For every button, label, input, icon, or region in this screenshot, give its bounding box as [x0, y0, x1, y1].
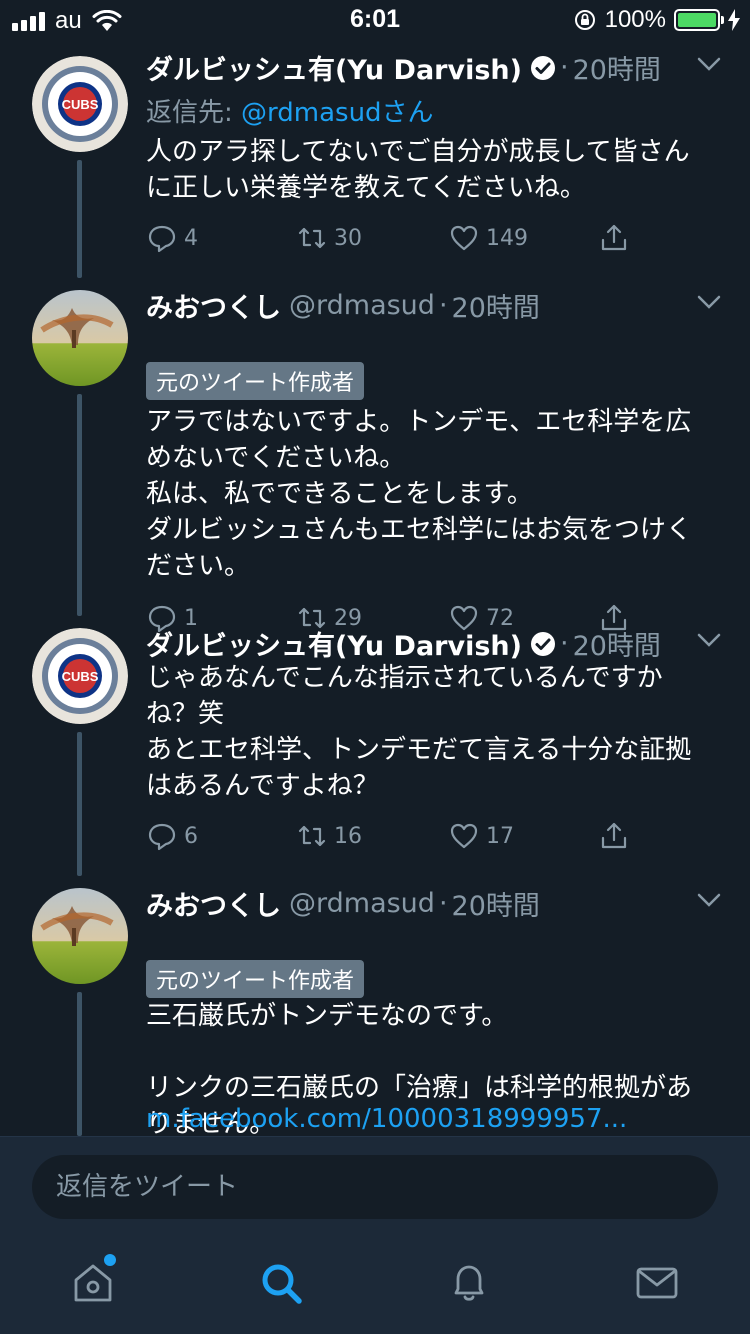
status-bar: au 6:01 100%	[0, 0, 750, 40]
verified-badge-icon	[530, 631, 555, 656]
thread-line	[77, 992, 82, 1136]
tweet-link[interactable]: m.facebook.com/10000318999957...	[146, 1104, 627, 1134]
tweet-header: みおつくし @rdmasud · 20時間	[146, 286, 720, 325]
share-icon	[601, 224, 627, 251]
tweet-text: じゃあなんでこんな指示されているんですか ね？笑 あとエセ科学、トンデモだて言え…	[146, 663, 692, 801]
reply-icon	[148, 225, 176, 253]
reply-button[interactable]: 4	[146, 222, 198, 254]
retweet-count: 30	[334, 225, 362, 251]
reply-icon	[148, 823, 176, 851]
tweet[interactable]: みおつくし @rdmasud · 20時間 元のツイート作成者 アラではないです…	[0, 278, 750, 633]
display-name[interactable]: みおつくし	[146, 286, 281, 325]
bell-icon	[454, 1265, 484, 1301]
tweet-time: 20時間	[451, 293, 540, 324]
tweet-time: 20時間	[572, 55, 661, 86]
separator-dot: ·	[438, 290, 448, 321]
tweet-header: ダルビッシュ有(Yu Darvish) · 20時間	[146, 624, 720, 663]
tab-notifications[interactable]	[446, 1260, 492, 1306]
like-count: 17	[486, 823, 514, 849]
tweet-actions: 6 16 17	[146, 820, 646, 860]
heart-icon	[450, 225, 478, 251]
separator-dot: ·	[559, 628, 569, 659]
tab-bar	[0, 1236, 750, 1334]
avatar-logo-text: CUBS	[62, 97, 99, 112]
retweet-count: 16	[334, 823, 362, 849]
reply-count: 4	[184, 225, 198, 251]
share-button[interactable]	[598, 820, 630, 852]
tweet[interactable]: CUBS ダルビッシュ有(Yu Darvish) · 20時間 じゃあなんでこん…	[0, 616, 750, 876]
tweet-time: 20時間	[572, 631, 661, 662]
display-name[interactable]: ダルビッシュ有(Yu Darvish)	[146, 624, 522, 663]
search-icon	[262, 1264, 302, 1304]
reply-input[interactable]: 返信をツイート	[32, 1155, 718, 1219]
separator-dot: ·	[438, 888, 448, 919]
share-button[interactable]	[598, 222, 630, 254]
new-content-dot	[104, 1254, 116, 1266]
like-count: 149	[486, 225, 528, 251]
battery-percentage: 100%	[604, 6, 666, 33]
envelope-icon	[636, 1267, 678, 1299]
display-name[interactable]: みおつくし	[146, 884, 281, 923]
reply-compose-bar: 返信をツイート	[0, 1136, 750, 1236]
user-handle[interactable]: @rdmasud	[289, 888, 435, 919]
reply-count: 6	[184, 823, 198, 849]
avatar[interactable]: CUBS	[32, 56, 128, 152]
chevron-down-icon[interactable]	[696, 632, 722, 648]
tweet[interactable]: みおつくし @rdmasud · 20時間 元のツイート作成者 三石巌氏がトンデ…	[0, 876, 750, 1136]
tweet-time: 20時間	[451, 891, 540, 922]
tweet-header: ダルビッシュ有(Yu Darvish) · 20時間	[146, 48, 720, 87]
like-button[interactable]: 17	[448, 820, 514, 852]
share-icon	[601, 822, 627, 849]
retweet-button[interactable]: 16	[296, 820, 362, 852]
rotation-lock-icon	[574, 10, 595, 30]
reply-to-label: 返信先:	[146, 98, 242, 128]
like-button[interactable]: 149	[448, 222, 528, 254]
separator-dot: ·	[559, 52, 569, 83]
charging-icon	[728, 9, 740, 31]
user-handle[interactable]: @rdmasud	[289, 290, 435, 321]
tab-home[interactable]	[70, 1260, 116, 1306]
avatar[interactable]	[32, 290, 128, 386]
original-author-badge: 元のツイート作成者	[146, 362, 365, 400]
retweet-button[interactable]: 30	[296, 222, 362, 254]
original-author-badge: 元のツイート作成者	[146, 960, 365, 998]
chevron-down-icon[interactable]	[696, 56, 722, 72]
verified-badge-icon	[530, 55, 555, 80]
tweet-header: みおつくし @rdmasud · 20時間	[146, 884, 720, 923]
tab-messages[interactable]	[634, 1260, 680, 1306]
reply-button[interactable]: 6	[146, 820, 198, 852]
retweet-icon	[298, 825, 326, 847]
tweet-actions: 4 30 149	[146, 222, 646, 262]
avatar-logo-text: CUBS	[62, 669, 99, 684]
display-name[interactable]: ダルビッシュ有(Yu Darvish)	[146, 48, 522, 87]
chevron-down-icon[interactable]	[696, 892, 722, 908]
reply-to-mention[interactable]: @rdmasudさん	[241, 98, 434, 128]
thread-line	[77, 732, 82, 876]
heart-icon	[450, 823, 478, 849]
status-right: 100%	[573, 6, 740, 34]
retweet-icon	[298, 227, 326, 249]
app-screen: au 6:01 100% CUBS ダルビッシュ有(Yu Darvish) · …	[0, 0, 750, 1334]
chevron-down-icon[interactable]	[696, 294, 722, 310]
thread-line	[77, 394, 82, 616]
home-icon	[74, 1264, 112, 1302]
tab-search[interactable]	[258, 1260, 304, 1306]
avatar[interactable]: CUBS	[32, 628, 128, 724]
reply-to: 返信先: @rdmasudさん	[146, 92, 434, 129]
tweet[interactable]: CUBS ダルビッシュ有(Yu Darvish) · 20時間 返信先: @rd…	[0, 40, 750, 278]
thread-line	[77, 160, 82, 278]
tweet-text: 人のアラ探してないでご自分が成長して皆さん に正しい栄養学を教えてくださいね。	[146, 137, 690, 203]
tweet-text: アラではないですよ。トンデモ、エセ科学を広 めないでくださいね。 私は、私ででき…	[146, 407, 693, 581]
battery-icon	[674, 9, 724, 31]
tweet-thread: CUBS ダルビッシュ有(Yu Darvish) · 20時間 返信先: @rd…	[0, 40, 750, 1136]
avatar[interactable]	[32, 888, 128, 984]
